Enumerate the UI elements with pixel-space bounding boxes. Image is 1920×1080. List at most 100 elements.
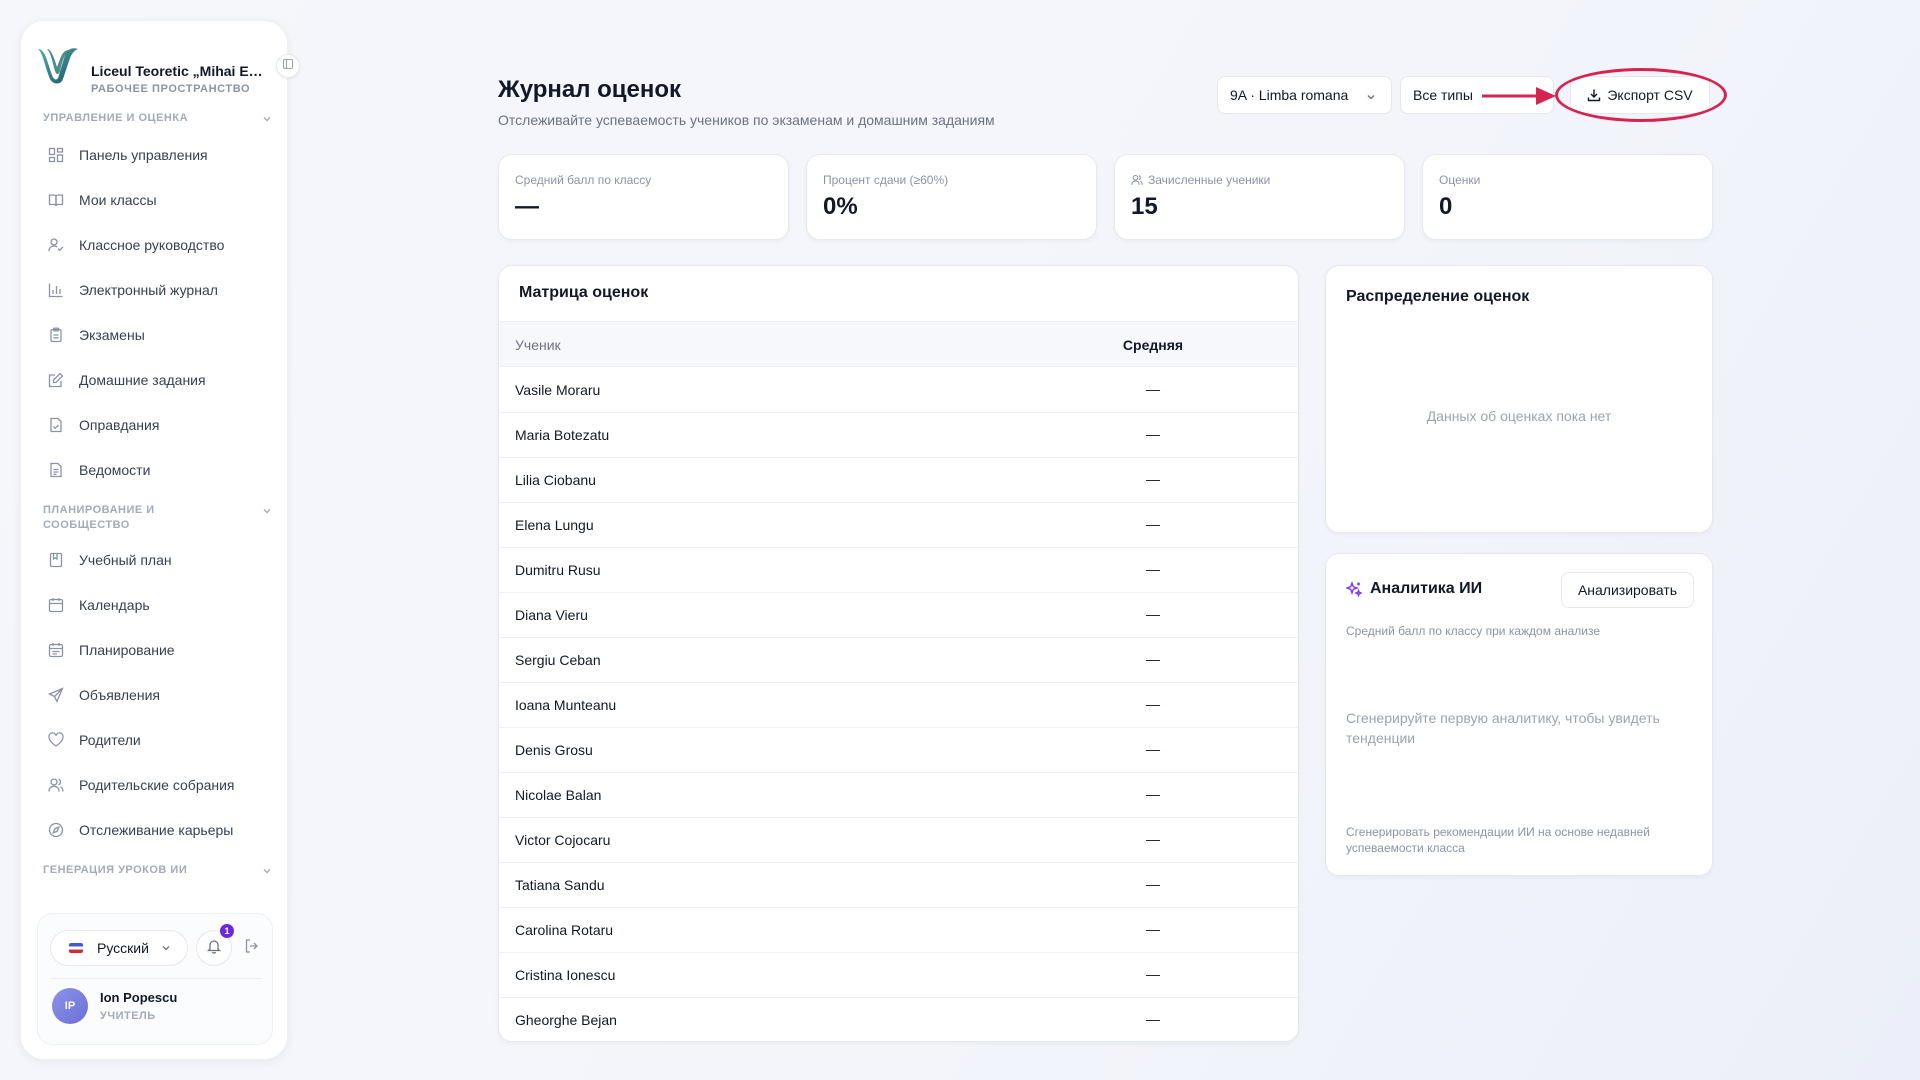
sidebar-item-dashboard[interactable]: Панель управления xyxy=(47,139,277,171)
student-name: Gheorghe Bejan xyxy=(515,1012,617,1028)
sidebar-item-label: Классное руководство xyxy=(79,237,225,253)
clipboard-icon xyxy=(47,326,65,344)
table-row[interactable]: Elena Lungu — xyxy=(499,503,1298,548)
brand-name: Liceul Teoretic „Mihai Eminescu” xyxy=(91,63,271,79)
student-average: — xyxy=(1146,651,1160,667)
sidebar-item-e-journal[interactable]: Электронный журнал xyxy=(47,274,277,306)
table-row[interactable]: Lilia Ciobanu — xyxy=(499,458,1298,503)
stat-label: Процент сдачи (≥60%) xyxy=(823,173,949,187)
dashboard-icon xyxy=(47,146,65,164)
page-subtitle: Отслеживайте успеваемость учеников по эк… xyxy=(498,112,995,128)
chevron-down-icon xyxy=(261,113,273,130)
sidebar-item-label: Календарь xyxy=(79,597,150,613)
brand-subtitle: РАБОЧЕЕ ПРОСТРАНСТВО xyxy=(91,83,251,95)
column-header-student[interactable]: Ученик xyxy=(515,337,561,353)
sidebar-item-excuses[interactable]: Оправдания xyxy=(47,409,277,441)
student-average: — xyxy=(1146,696,1160,712)
sidebar-item-homework[interactable]: Домашние задания xyxy=(47,364,277,396)
user-name: Ion Popescu xyxy=(100,990,178,1005)
student-average: — xyxy=(1146,381,1160,397)
section-ai-lessons[interactable]: ГЕНЕРАЦИЯ УРОКОВ ИИ xyxy=(43,863,273,878)
student-name: Vasile Moraru xyxy=(515,382,601,398)
table-row[interactable]: Maria Botezatu — xyxy=(499,413,1298,458)
table-row[interactable]: Cristina Ionescu — xyxy=(499,953,1298,998)
sidebar-item-label: Объявления xyxy=(79,687,160,703)
sidebar-item-parents[interactable]: Родители xyxy=(47,724,277,756)
sidebar-footer: Русский 1 IP Ion Popescu УЧИТЕЛЬ xyxy=(37,913,273,1045)
student-average: — xyxy=(1146,966,1160,982)
stat-value: 0% xyxy=(823,193,858,220)
ai-analytics-card: Аналитика ИИ Анализировать Средний балл … xyxy=(1325,553,1713,876)
sidebar-item-my-classes[interactable]: Мои классы xyxy=(47,184,277,216)
table-row[interactable]: Carolina Rotaru — xyxy=(499,908,1298,953)
annotation-highlight-ring xyxy=(1555,68,1727,122)
notification-badge: 1 xyxy=(220,924,234,938)
notebook-icon xyxy=(47,551,65,569)
table-row[interactable]: Tatiana Sandu — xyxy=(499,863,1298,908)
student-average: — xyxy=(1146,786,1160,802)
stat-card-class-average: Средний балл по классу — xyxy=(498,154,789,240)
student-name: Nicolae Balan xyxy=(515,787,602,803)
sidebar-item-label: Планирование xyxy=(79,642,175,658)
stat-value: — xyxy=(515,193,539,220)
users-icon xyxy=(1131,174,1143,186)
column-header-average[interactable]: Средняя xyxy=(1103,337,1203,353)
sidebar-item-label: Оправдания xyxy=(79,417,160,433)
logout-button[interactable] xyxy=(242,938,262,958)
matrix-title: Матрица оценок xyxy=(519,284,649,301)
sidebar-item-homeroom[interactable]: Классное руководство xyxy=(47,229,277,261)
sidebar-item-label: Экзамены xyxy=(79,327,145,343)
student-name: Carolina Rotaru xyxy=(515,922,614,938)
table-row[interactable]: Sergiu Ceban — xyxy=(499,638,1298,683)
sidebar: Liceul Teoretic „Mihai Eminescu” РАБОЧЕЕ… xyxy=(20,20,288,1060)
user-role: УЧИТЕЛЬ xyxy=(100,1010,156,1022)
grade-matrix: Матрица оценок Ученик Средняя Vasile Mor… xyxy=(498,265,1299,1042)
flag-icon xyxy=(69,943,83,953)
student-average: — xyxy=(1146,516,1160,532)
sidebar-item-parent-meetings[interactable]: Родительские собрания xyxy=(47,769,277,801)
brand[interactable]: Liceul Teoretic „Mihai Eminescu” РАБОЧЕЕ… xyxy=(35,41,285,97)
analyze-button[interactable]: Анализировать xyxy=(1561,572,1694,608)
class-select[interactable]: 9A · Limba romana xyxy=(1217,76,1392,114)
school-logo-icon xyxy=(35,41,81,87)
stat-label: Средний балл по классу xyxy=(515,173,652,187)
avatar[interactable]: IP xyxy=(52,988,88,1024)
users-icon xyxy=(47,776,65,794)
page-title: Журнал оценок xyxy=(498,76,682,103)
class-select-value: 9A · Limba romana xyxy=(1230,87,1349,103)
sidebar-item-curriculum[interactable]: Учебный план xyxy=(47,544,277,576)
sidebar-item-statements[interactable]: Ведомости xyxy=(47,454,277,486)
heart-icon xyxy=(47,731,65,749)
sidebar-item-label: Отслеживание карьеры xyxy=(79,822,234,838)
student-name: Sergiu Ceban xyxy=(515,652,601,668)
collapse-sidebar-button[interactable] xyxy=(276,54,300,78)
send-icon xyxy=(47,686,65,704)
distribution-title: Распределение оценок xyxy=(1346,288,1530,305)
section-planning[interactable]: ПЛАНИРОВАНИЕ И СООБЩЕСТВО xyxy=(43,503,273,533)
table-row[interactable]: Nicolae Balan — xyxy=(499,773,1298,818)
sidebar-item-announcements[interactable]: Объявления xyxy=(47,679,277,711)
type-select-value: Все типы xyxy=(1413,87,1473,103)
sidebar-item-exams[interactable]: Экзамены xyxy=(47,319,277,351)
table-row[interactable]: Victor Cojocaru — xyxy=(499,818,1298,863)
sidebar-item-planning[interactable]: Планирование xyxy=(47,634,277,666)
bell-icon xyxy=(206,938,222,959)
section-management[interactable]: УПРАВЛЕНИЕ И ОЦЕНКА xyxy=(43,111,273,126)
table-row[interactable]: Diana Vieru — xyxy=(499,593,1298,638)
stat-value: 0 xyxy=(1439,193,1453,220)
student-name: Elena Lungu xyxy=(515,517,594,533)
chevron-down-icon xyxy=(161,940,171,956)
section-label: ПЛАНИРОВАНИЕ И СООБЩЕСТВО xyxy=(43,504,155,531)
section-label: ГЕНЕРАЦИЯ УРОКОВ ИИ xyxy=(43,864,188,876)
table-row[interactable]: Dumitru Rusu — xyxy=(499,548,1298,593)
language-selector[interactable]: Русский xyxy=(50,930,188,966)
sidebar-item-career-tracking[interactable]: Отслеживание карьеры xyxy=(47,814,277,846)
table-row[interactable]: Gheorghe Bejan — xyxy=(499,998,1298,1041)
sidebar-item-label: Домашние задания xyxy=(79,372,206,388)
table-row[interactable]: Vasile Moraru — xyxy=(499,368,1298,413)
table-row[interactable]: Denis Grosu — xyxy=(499,728,1298,773)
student-name: Cristina Ionescu xyxy=(515,967,616,983)
table-row[interactable]: Ioana Munteanu — xyxy=(499,683,1298,728)
sidebar-item-calendar[interactable]: Календарь xyxy=(47,589,277,621)
language-label: Русский xyxy=(97,940,149,956)
